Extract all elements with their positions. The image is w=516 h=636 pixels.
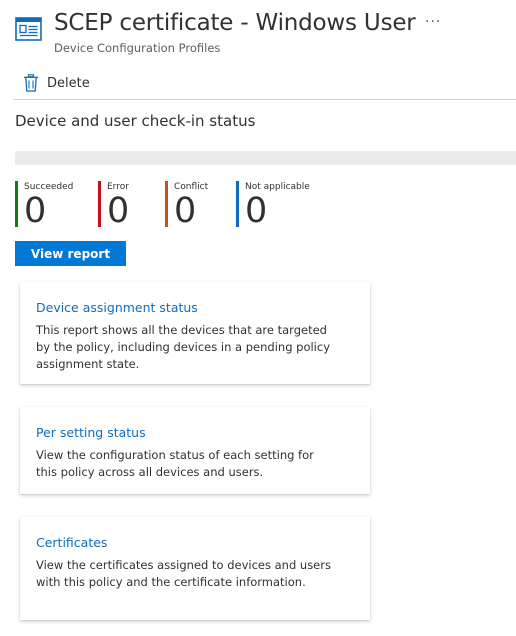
card-title[interactable]: Per setting status <box>36 425 146 440</box>
view-report-button[interactable]: View report <box>15 241 126 266</box>
page-header: SCEP certificate - Windows User Device C… <box>14 8 516 58</box>
card-description: View the configuration status of each se… <box>36 448 314 479</box>
stat-value: 0 <box>24 191 47 231</box>
delete-button[interactable]: Delete <box>14 71 90 95</box>
card-description: View the certificates assigned to device… <box>36 558 331 589</box>
stat-value: 0 <box>107 191 130 231</box>
page-title: SCEP certificate - Windows User <box>54 10 416 36</box>
stat-value: 0 <box>245 191 268 231</box>
card-description: This report shows all the devices that a… <box>36 323 331 371</box>
delete-label: Delete <box>47 75 90 91</box>
stat-color-bar <box>98 181 101 227</box>
profile-window-icon <box>14 14 44 44</box>
card-title[interactable]: Device assignment status <box>36 300 198 315</box>
trash-icon <box>23 74 39 92</box>
stat-color-bar <box>15 181 18 227</box>
page-subtitle: Device Configuration Profiles <box>54 41 221 55</box>
card-certificates[interactable]: Certificates View the certificates assig… <box>20 517 370 620</box>
stat-color-bar <box>165 181 168 227</box>
card-device-assignment-status[interactable]: Device assignment status This report sho… <box>20 282 370 384</box>
stat-value: 0 <box>174 191 197 231</box>
more-options-button[interactable]: ··· <box>425 14 441 30</box>
stat-color-bar <box>236 181 239 227</box>
status-progress-bar <box>15 151 516 165</box>
toolbar-divider <box>14 99 516 100</box>
section-title: Device and user check-in status <box>15 112 256 130</box>
card-per-setting-status[interactable]: Per setting status View the configuratio… <box>20 407 370 494</box>
card-title[interactable]: Certificates <box>36 535 107 550</box>
